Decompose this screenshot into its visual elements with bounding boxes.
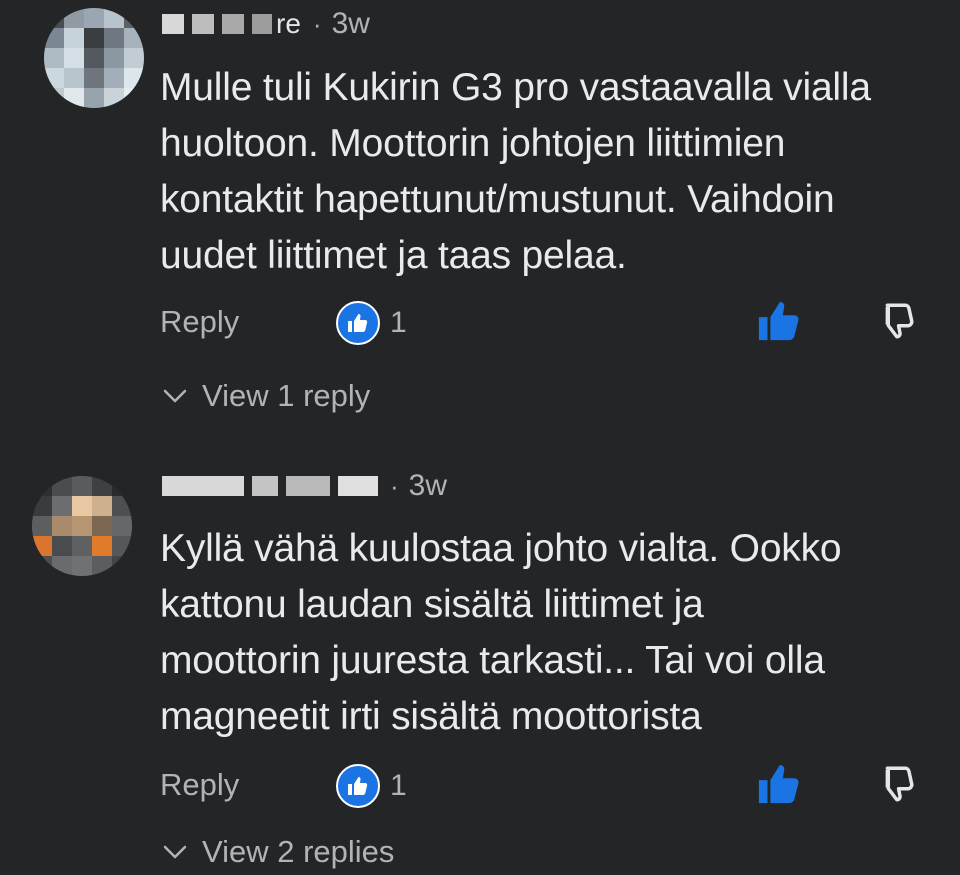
thumbs-up-reaction-icon[interactable]	[336, 764, 380, 808]
author-name-redacted[interactable]	[162, 475, 378, 497]
reply-button[interactable]: Reply	[160, 304, 239, 340]
comment-timestamp: 3w	[331, 7, 370, 40]
comment-text-line: magneetit irti sisältä moottorista	[160, 695, 702, 738]
avatar[interactable]	[44, 8, 144, 108]
comment-text-line: moottorin juuresta tarkasti... Tai voi o…	[160, 639, 825, 682]
reaction-count: 1	[390, 306, 407, 339]
view-replies-label: View 1 reply	[202, 378, 371, 413]
view-replies-label: View 2 replies	[202, 834, 395, 869]
view-replies-button[interactable]: View 1 reply	[162, 374, 370, 418]
comment-header: · 3w	[162, 466, 447, 506]
thumbs-up-icon[interactable]	[756, 298, 802, 344]
comment-text-line: kontaktit hapettunut/mustunut. Vaihdoin	[160, 178, 835, 221]
comment-text-line: Mulle tuli Kukirin G3 pro vastaavalla vi…	[160, 66, 871, 109]
thumbs-up-icon[interactable]	[756, 761, 802, 807]
view-replies-button[interactable]: View 2 replies	[162, 830, 394, 874]
author-name-redacted[interactable]	[162, 13, 272, 35]
comment-header: re · 3w	[162, 4, 370, 44]
comment-timestamp: 3w	[408, 469, 448, 502]
comment-text: Mulle tuli Kukirin G3 pro vastaavalla vi…	[160, 60, 940, 284]
separator-dot: ·	[312, 8, 322, 39]
comment-text-line: Kyllä vähä kuulostaa johto vialta. Ookko	[160, 527, 842, 570]
comment-actions: Reply 1	[0, 763, 960, 813]
thumbs-down-icon[interactable]	[876, 761, 918, 807]
comment-feed: re · 3w Mulle tuli Kukirin G3 pro vastaa…	[0, 0, 960, 875]
chevron-down-icon	[163, 845, 187, 859]
thumbs-up-reaction-icon[interactable]	[336, 301, 380, 345]
comment-text-line: uudet liittimet ja taas pelaa.	[160, 234, 627, 277]
comment-text: Kyllä vähä kuulostaa johto vialta. Ookko…	[160, 521, 940, 745]
comment-text-line: kattonu laudan sisältä liittimet ja	[160, 583, 704, 626]
comment-text-line: huoltoon. Moottorin johtojen liittimien	[160, 122, 786, 165]
chevron-down-icon	[163, 389, 187, 403]
reply-button[interactable]: Reply	[160, 767, 239, 803]
comment-actions: Reply 1	[0, 300, 960, 350]
author-name-suffix: re	[276, 8, 301, 39]
separator-dot: ·	[390, 470, 399, 501]
thumbs-down-icon[interactable]	[876, 298, 918, 344]
avatar[interactable]	[32, 476, 132, 576]
reaction-count: 1	[390, 769, 407, 802]
